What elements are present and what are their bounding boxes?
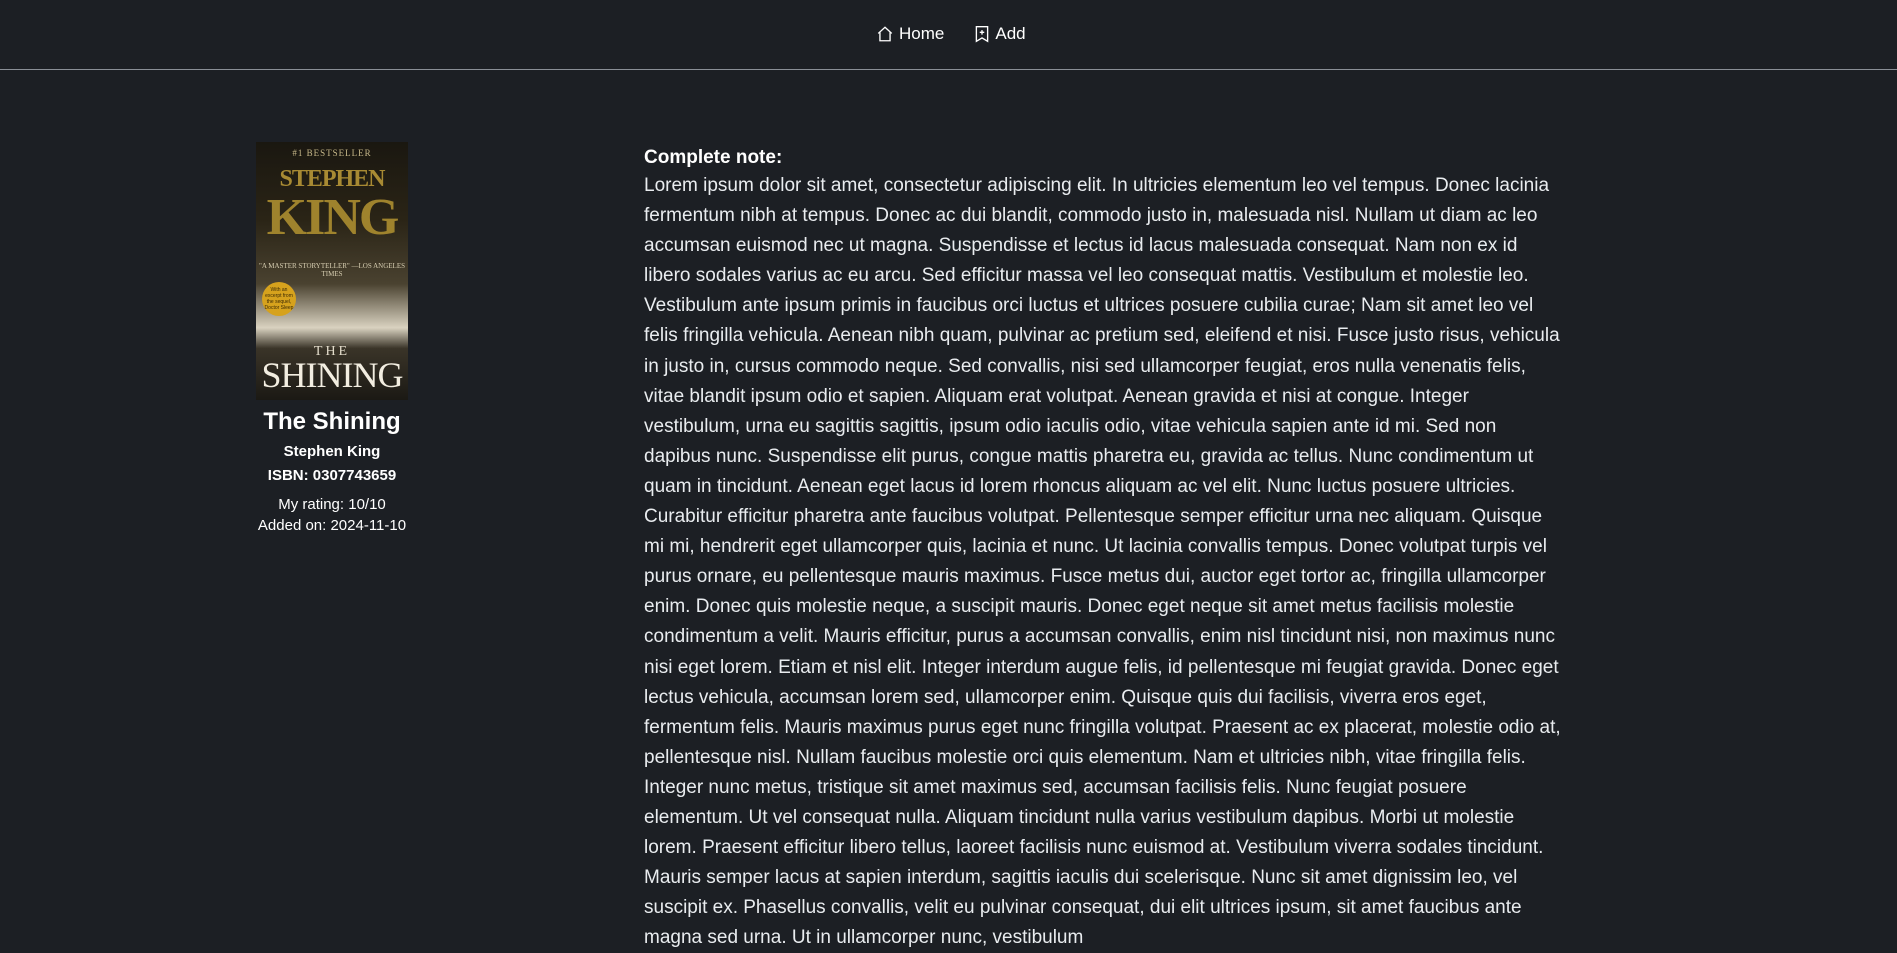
book-card: #1 BESTSELLER STEPHEN KING "A MASTER STO… [230, 142, 434, 534]
book-rating: My rating: 10/10 [278, 496, 386, 513]
cover-bestseller-text: #1 BESTSELLER [292, 148, 372, 158]
nav-add-link[interactable]: Add [974, 24, 1026, 44]
cover-author-last: KING [266, 189, 400, 246]
nav-home-label: Home [899, 24, 945, 43]
book-isbn: ISBN: 0307743659 [267, 467, 397, 484]
house-icon [876, 25, 894, 43]
nav-add-label: Add [995, 24, 1026, 43]
top-navbar: Home Add [0, 0, 1897, 70]
cover-badge: With an excerpt from the sequel, Doctor … [262, 282, 296, 316]
nav-home-link[interactable]: Home [876, 24, 944, 44]
main-nav: Home Add [876, 24, 1026, 44]
book-title: The Shining [263, 408, 401, 435]
book-cover-image: #1 BESTSELLER STEPHEN KING "A MASTER STO… [256, 142, 408, 400]
cover-tagline: "A MASTER STORYTELLER" —LOS ANGELES TIME… [259, 262, 405, 278]
note-section: Complete note: Lorem ipsum dolor sit ame… [644, 145, 1564, 953]
note-body: Lorem ipsum dolor sit amet, consectetur … [644, 175, 1561, 949]
book-author: Stephen King [283, 443, 381, 460]
note-heading: Complete note: [644, 147, 783, 168]
book-added-date: Added on: 2024-11-10 [257, 517, 407, 534]
cover-title-large: SHINING [261, 355, 404, 395]
bookmark-plus-icon [974, 25, 990, 43]
